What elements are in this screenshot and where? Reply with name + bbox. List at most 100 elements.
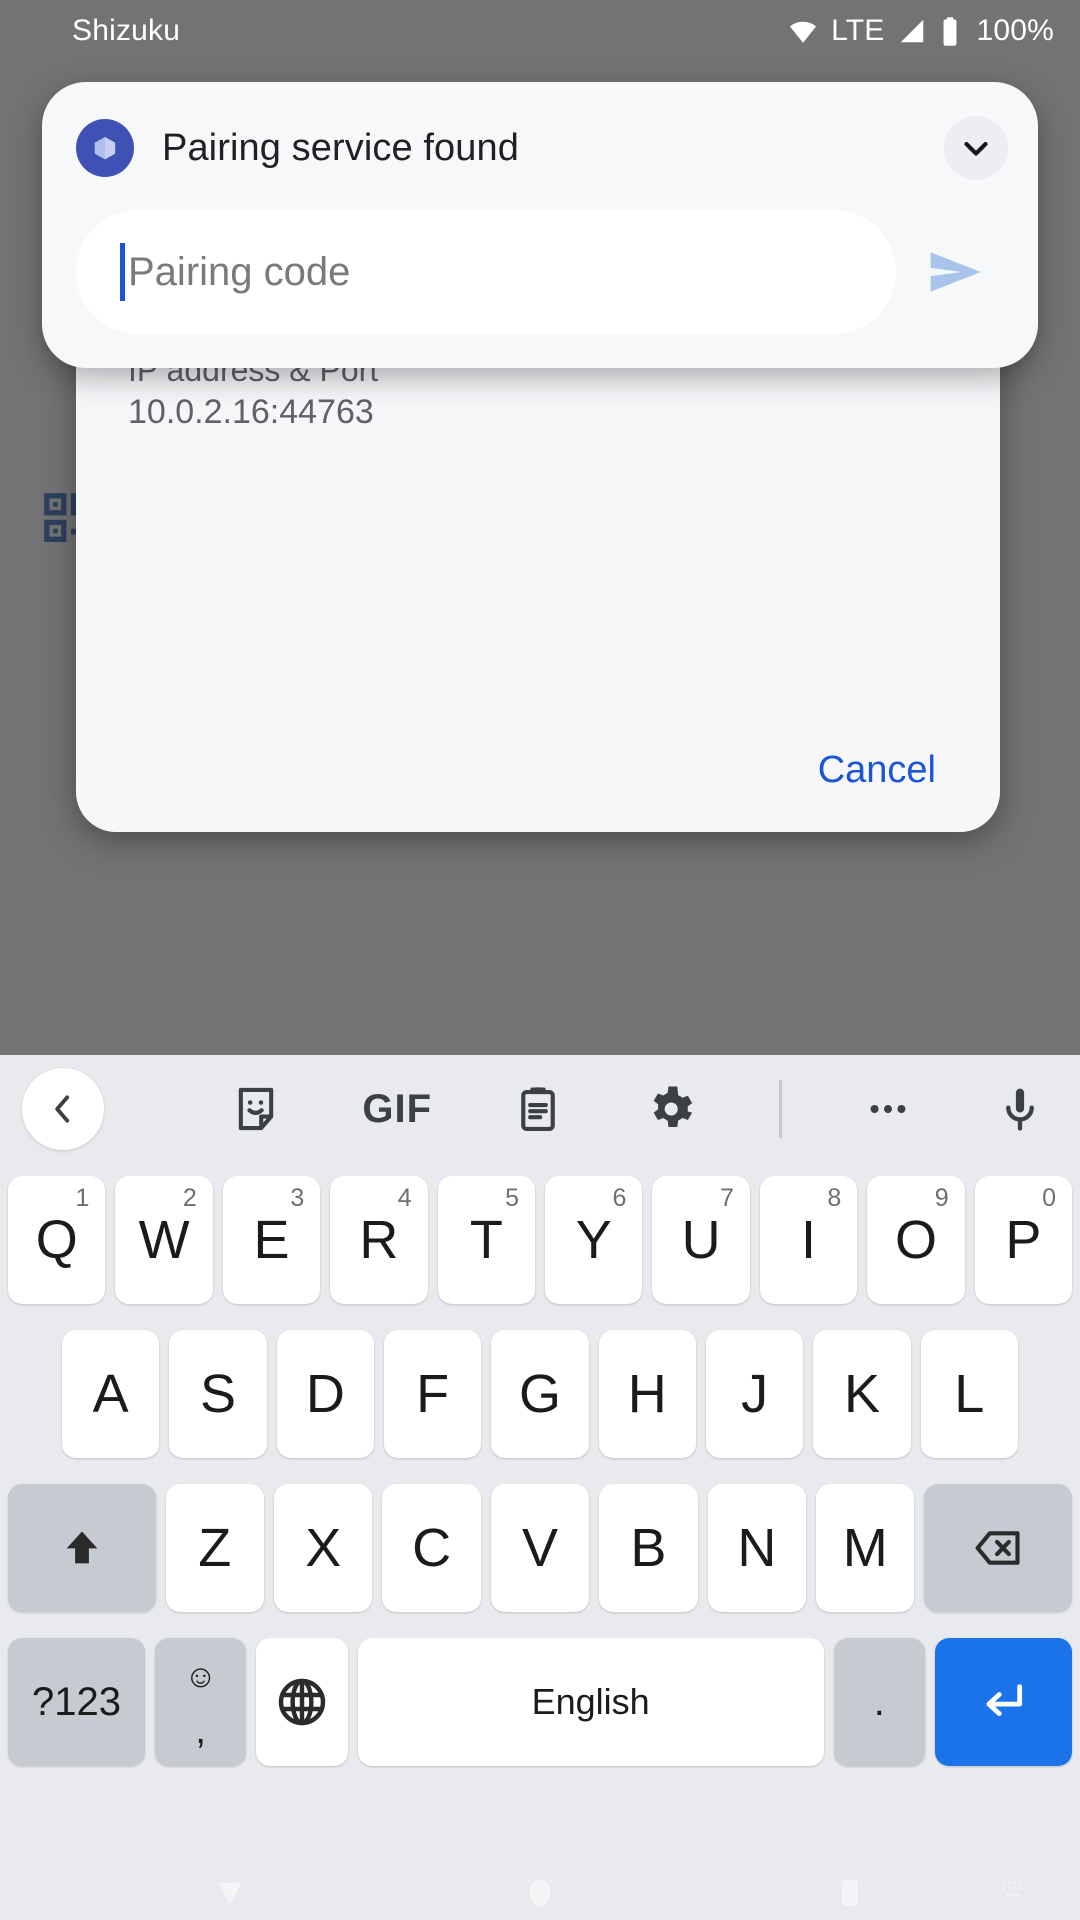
space-language-label: English xyxy=(531,1681,650,1722)
key-letter-label: A xyxy=(92,1364,129,1424)
key-letter-label: U xyxy=(681,1210,721,1270)
key-number-label: 6 xyxy=(612,1184,627,1212)
system-navigation-bar xyxy=(0,1865,1080,1920)
key-c[interactable]: C xyxy=(382,1484,481,1612)
key-letter-label: S xyxy=(199,1364,236,1424)
key-number-label: 9 xyxy=(934,1184,949,1212)
key-letter-label: C xyxy=(412,1518,452,1578)
key-s[interactable]: S xyxy=(169,1330,267,1458)
sticker-icon[interactable] xyxy=(230,1083,282,1135)
key-number-label: 4 xyxy=(397,1184,412,1212)
recents-square-icon[interactable] xyxy=(805,1865,895,1920)
key-h[interactable]: H xyxy=(598,1330,696,1458)
key-e[interactable]: 3E xyxy=(222,1176,321,1304)
key-letter-label: J xyxy=(741,1364,769,1424)
key-letter-label: Q xyxy=(35,1210,78,1270)
period-key[interactable]: . xyxy=(833,1638,925,1766)
key-b[interactable]: B xyxy=(599,1484,698,1612)
symbols-key[interactable]: ?123 xyxy=(8,1638,146,1766)
microphone-icon[interactable] xyxy=(994,1083,1046,1135)
key-number-label: 3 xyxy=(290,1184,305,1212)
heads-up-notification[interactable]: Pairing service found xyxy=(42,82,1038,368)
key-letter-label: L xyxy=(954,1364,985,1424)
key-letter-label: O xyxy=(894,1210,937,1270)
battery-icon xyxy=(940,16,960,47)
globe-language-icon[interactable] xyxy=(256,1638,348,1766)
key-letter-label: V xyxy=(522,1518,559,1578)
key-l[interactable]: L xyxy=(920,1330,1018,1458)
emoji-comma-key[interactable]: ☺ , xyxy=(155,1638,247,1766)
spacebar[interactable]: English xyxy=(357,1638,824,1766)
notification-header: Pairing service found xyxy=(76,116,1008,180)
pairing-code-input[interactable] xyxy=(128,210,852,334)
key-letter-label: I xyxy=(801,1210,817,1270)
key-q[interactable]: 1Q xyxy=(8,1176,106,1304)
key-number-label: 7 xyxy=(719,1184,734,1212)
key-i[interactable]: 8I xyxy=(759,1176,858,1304)
key-letter-label: T xyxy=(469,1210,503,1270)
key-g[interactable]: G xyxy=(491,1330,589,1458)
key-m[interactable]: M xyxy=(816,1484,915,1612)
send-icon[interactable] xyxy=(904,220,1008,324)
dialog-ip-value: 10.0.2.16:44763 xyxy=(128,393,374,431)
key-letter-label: X xyxy=(305,1518,342,1578)
key-letter-label: N xyxy=(737,1518,777,1578)
key-a[interactable]: A xyxy=(62,1330,160,1458)
key-p[interactable]: 0P xyxy=(974,1176,1073,1304)
gif-label: GIF xyxy=(362,1086,433,1131)
status-icons: LTE 100% xyxy=(788,16,1054,47)
key-o[interactable]: 9O xyxy=(867,1176,965,1304)
notification-inline-reply xyxy=(76,210,1008,334)
keyboard-switch-icon[interactable] xyxy=(975,1865,1055,1920)
status-app-name: Shizuku xyxy=(72,14,181,47)
key-n[interactable]: N xyxy=(707,1484,807,1612)
battery-percent-label: 100% xyxy=(976,14,1054,47)
key-f[interactable]: F xyxy=(383,1330,482,1458)
emoji-label: ☺ xyxy=(184,1658,218,1694)
key-t[interactable]: 5T xyxy=(437,1176,536,1304)
key-letter-label: B xyxy=(630,1518,667,1578)
symbols-label: ?123 xyxy=(32,1679,121,1724)
key-j[interactable]: J xyxy=(705,1330,804,1458)
key-letter-label: M xyxy=(842,1518,888,1578)
key-k[interactable]: K xyxy=(813,1330,911,1458)
settings-gear-icon[interactable] xyxy=(644,1082,698,1136)
pairing-code-input-wrap[interactable] xyxy=(76,210,896,334)
key-r[interactable]: 4R xyxy=(330,1176,428,1304)
key-letter-label: E xyxy=(253,1210,290,1270)
enter-return-icon[interactable] xyxy=(934,1638,1072,1766)
key-v[interactable]: V xyxy=(490,1484,590,1612)
key-d[interactable]: D xyxy=(276,1330,374,1458)
key-number-label: 8 xyxy=(827,1184,842,1212)
overflow-dots-icon[interactable] xyxy=(862,1083,914,1135)
chevron-down-icon[interactable] xyxy=(944,116,1008,180)
key-letter-label: D xyxy=(305,1364,345,1424)
period-label: . xyxy=(873,1679,885,1724)
keyboard-row-2: A S DFGHJKL xyxy=(0,1317,1080,1471)
backspace-icon[interactable] xyxy=(924,1484,1073,1612)
keyboard-row-4: ?123 ☺ , English . xyxy=(0,1625,1080,1779)
keyboard-row-1: 1Q2W3E4R5T6Y7U8I9O0P xyxy=(0,1163,1080,1317)
clipboard-icon[interactable] xyxy=(512,1083,564,1135)
cancel-button[interactable]: Cancel xyxy=(804,737,950,804)
key-y[interactable]: 6Y xyxy=(545,1176,643,1304)
keyboard-back-down-icon[interactable] xyxy=(185,1865,275,1920)
toolbar-divider xyxy=(778,1080,782,1138)
key-z[interactable]: Z xyxy=(165,1484,264,1612)
shift-up-arrow-icon[interactable] xyxy=(8,1484,156,1612)
key-letter-label: Y xyxy=(575,1210,612,1270)
network-type-label: LTE xyxy=(831,14,885,47)
back-chevron-icon[interactable] xyxy=(22,1068,104,1150)
text-cursor xyxy=(120,243,125,301)
gif-icon[interactable]: GIF xyxy=(362,1087,432,1132)
signal-icon xyxy=(897,16,927,46)
key-letter-label: G xyxy=(518,1364,561,1424)
key-number-label: 2 xyxy=(182,1184,197,1212)
phone-screen: Wi-Fi pairing code 982923 IP address & P… xyxy=(0,0,1080,1920)
key-w[interactable]: 2W xyxy=(115,1176,213,1304)
comma-label: , xyxy=(195,1710,206,1752)
key-letter-label: P xyxy=(1005,1210,1042,1270)
home-circle-icon[interactable] xyxy=(495,1865,585,1920)
key-x[interactable]: X xyxy=(274,1484,373,1612)
key-u[interactable]: 7U xyxy=(652,1176,750,1304)
